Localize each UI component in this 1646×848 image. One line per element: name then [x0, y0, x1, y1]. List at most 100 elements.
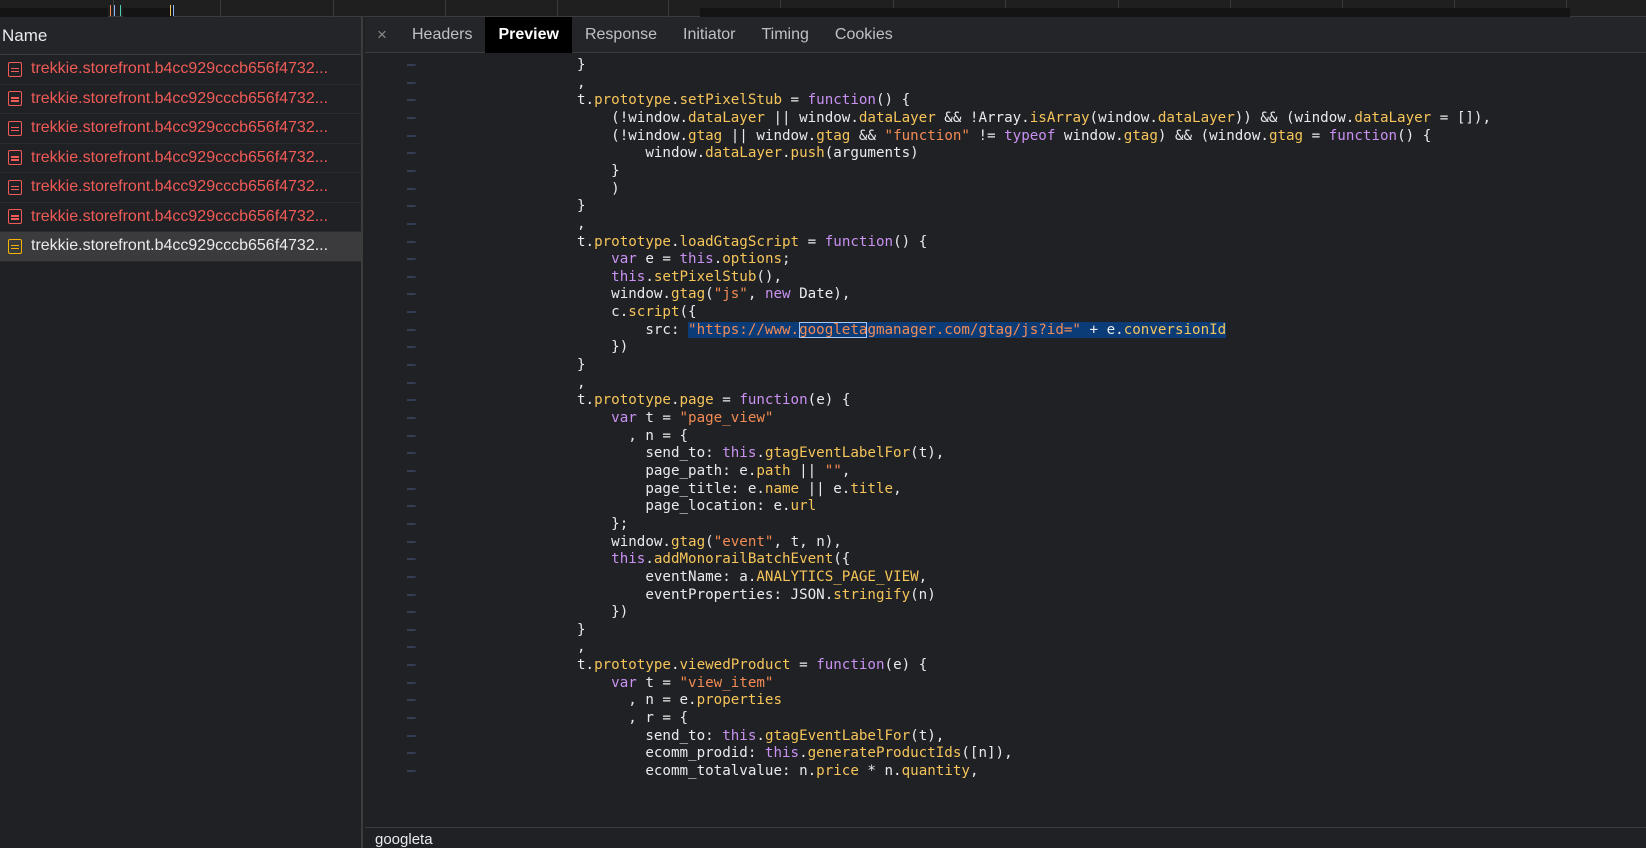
line-gutter-marker: –	[407, 357, 416, 374]
line-gutter-marker: –	[407, 445, 416, 462]
request-row[interactable]: trekkie.storefront.b4cc929cccb656f4732..…	[0, 232, 361, 262]
request-row[interactable]: trekkie.storefront.b4cc929cccb656f4732..…	[0, 114, 361, 144]
line-gutter-marker: –	[407, 109, 416, 126]
line-gutter-marker: –	[407, 674, 416, 691]
tab-initiator[interactable]: Initiator	[670, 17, 748, 53]
line-gutter-marker: –	[407, 763, 416, 779]
request-name: trekkie.storefront.b4cc929cccb656f4732..…	[31, 207, 329, 225]
code-text: ,	[577, 639, 586, 656]
code-text: (!window.dataLayer || window.dataLayer &…	[577, 109, 1492, 126]
code-text: t.prototype.page = function(e) {	[577, 392, 851, 409]
line-gutter-marker: –	[407, 533, 416, 550]
line-gutter-marker: –	[407, 180, 416, 197]
line-gutter-marker: –	[407, 321, 416, 338]
line-gutter-marker: –	[407, 462, 416, 479]
code-text: , r = {	[577, 710, 689, 727]
script-file-icon	[8, 61, 22, 77]
code-text: })	[577, 339, 629, 356]
code-text: })	[577, 604, 629, 621]
search-input[interactable]	[375, 830, 975, 848]
line-gutter-marker: –	[407, 304, 416, 321]
code-text: window.gtag("event", t, n),	[577, 533, 842, 550]
request-row[interactable]: trekkie.storefront.b4cc929cccb656f4732..…	[0, 144, 361, 173]
tab-cookies[interactable]: Cookies	[822, 17, 906, 53]
code-text: eventProperties: JSON.stringify(n)	[577, 586, 936, 603]
request-name: trekkie.storefront.b4cc929cccb656f4732..…	[31, 60, 329, 78]
code-text: }	[577, 198, 586, 215]
line-gutter-marker: –	[407, 162, 416, 179]
code-text: this.addMonorailBatchEvent({	[611, 551, 851, 568]
code-text: , n = {	[577, 427, 689, 444]
code-text: t.prototype.setPixelStub = function() {	[577, 92, 911, 109]
tab-response[interactable]: Response	[572, 17, 670, 53]
network-timeline-overview[interactable]	[0, 0, 1646, 17]
line-gutter-marker: –	[407, 427, 416, 444]
line-gutter-marker: –	[407, 604, 416, 621]
line-gutter-marker: –	[407, 568, 416, 585]
request-name: trekkie.storefront.b4cc929cccb656f4732..…	[31, 178, 329, 196]
close-icon[interactable]: ×	[365, 25, 399, 45]
tab-timing[interactable]: Timing	[748, 17, 821, 53]
request-name: trekkie.storefront.b4cc929cccb656f4732..…	[31, 237, 329, 255]
code-text: page_title: e.name || e.title,	[577, 480, 902, 497]
code-text: }	[577, 357, 586, 374]
code-text: page_path: e.path || "",	[577, 462, 851, 479]
script-file-icon	[8, 120, 22, 136]
code-text: window.dataLayer.push(arguments)	[577, 145, 919, 162]
code-text: var e = this.options;	[611, 251, 791, 268]
code-text: ecomm_prodid: this.generateProductIds([n…	[577, 745, 1013, 762]
code-text: c.script({	[577, 304, 697, 321]
code-text: src: "https://www.googletagmanager.com/g…	[577, 321, 1227, 338]
line-gutter-marker: –	[407, 410, 416, 426]
request-list-panel: Name trekkie.storefront.b4cc929cccb656f4…	[0, 17, 363, 848]
line-gutter-marker: –	[407, 374, 416, 391]
line-gutter-marker: –	[407, 392, 416, 409]
script-file-icon	[8, 179, 22, 195]
line-gutter-marker: –	[407, 727, 416, 744]
code-text: , n = e.properties	[577, 692, 783, 709]
code-text: };	[577, 515, 629, 532]
line-gutter-marker: –	[407, 74, 416, 91]
line-gutter-marker: –	[407, 551, 416, 568]
code-text: var t = "view_item"	[611, 674, 774, 691]
code-text: this.setPixelStub(),	[611, 268, 783, 285]
request-row[interactable]: trekkie.storefront.b4cc929cccb656f4732..…	[0, 173, 361, 203]
detail-tab-bar: × Headers Preview Response Initiator Tim…	[365, 16, 1646, 53]
request-row[interactable]: trekkie.storefront.b4cc929cccb656f4732..…	[0, 55, 361, 85]
code-text: send_to: this.gtagEventLabelFor(t),	[577, 727, 945, 744]
line-gutter-marker: –	[407, 268, 416, 285]
line-gutter-marker: –	[407, 515, 416, 532]
request-list: trekkie.storefront.b4cc929cccb656f4732..…	[0, 55, 361, 262]
code-text: t.prototype.viewedProduct = function(e) …	[577, 657, 928, 674]
line-gutter-marker: –	[407, 92, 416, 109]
tab-headers[interactable]: Headers	[399, 17, 485, 53]
code-text: eventName: a.ANALYTICS_PAGE_VIEW,	[577, 568, 928, 585]
code-text: }	[577, 162, 620, 179]
line-gutter-marker: –	[407, 339, 416, 356]
request-row[interactable]: trekkie.storefront.b4cc929cccb656f4732..…	[0, 203, 361, 232]
line-gutter-marker: –	[407, 480, 416, 497]
line-gutter-marker: –	[407, 198, 416, 215]
code-text: ecomm_totalvalue: n.price * n.quantity,	[577, 763, 979, 779]
code-preview[interactable]: –} –, – t.prototype.setPixelStub = function…	[365, 53, 1646, 827]
code-text: send_to: this.gtagEventLabelFor(t),	[577, 445, 945, 462]
name-column-header[interactable]: Name	[0, 17, 361, 55]
line-gutter-marker: –	[407, 692, 416, 709]
request-name: trekkie.storefront.b4cc929cccb656f4732..…	[31, 89, 329, 107]
request-name: trekkie.storefront.b4cc929cccb656f4732..…	[31, 119, 329, 137]
line-gutter-marker: –	[407, 286, 416, 303]
request-detail-panel: × Headers Preview Response Initiator Tim…	[365, 16, 1646, 848]
line-gutter-marker: –	[407, 639, 416, 656]
script-file-icon	[8, 91, 22, 107]
tab-preview[interactable]: Preview	[485, 16, 572, 53]
search-bar	[365, 827, 1646, 848]
line-gutter-marker: –	[407, 621, 416, 638]
line-gutter-marker: –	[407, 251, 416, 268]
code-text: )	[577, 180, 620, 197]
request-row[interactable]: trekkie.storefront.b4cc929cccb656f4732..…	[0, 85, 361, 114]
line-gutter-marker: –	[407, 745, 416, 762]
script-file-icon	[8, 150, 22, 166]
code-text: t.prototype.loadGtagScript = function() …	[577, 233, 928, 250]
script-file-icon	[8, 238, 22, 254]
request-name: trekkie.storefront.b4cc929cccb656f4732..…	[31, 148, 329, 166]
